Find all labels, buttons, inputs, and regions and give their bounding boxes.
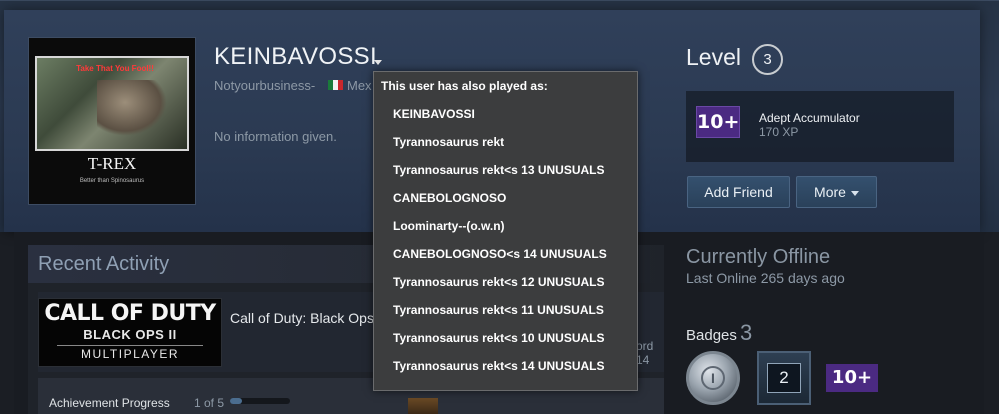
- level-label: Level: [686, 44, 741, 70]
- achievement-progress-label: Achievement Progress: [49, 396, 170, 410]
- badges-count[interactable]: 3: [740, 320, 752, 346]
- name-history-item: Tyrannosaurus rekt<s 11 UNUSUALS: [393, 303, 604, 317]
- achievement-progress-bar: [230, 398, 290, 404]
- more-button[interactable]: More: [796, 176, 877, 208]
- online-status: Currently Offline: [686, 246, 831, 268]
- name-history-item: Tyrannosaurus rekt<s 13 UNUSUALS: [393, 163, 605, 177]
- badges-label[interactable]: Badges: [686, 327, 737, 344]
- real-name: Notyourbusiness-: [214, 78, 316, 93]
- name-history-title: This user has also played as:: [381, 79, 548, 93]
- accumulator-badge-icon[interactable]: 10+: [826, 364, 878, 392]
- name-history-item: Tyrannosaurus rekt<s 14 UNUSUALS: [393, 359, 605, 373]
- level-value: 3: [752, 44, 783, 75]
- favorite-badge-xp: 170 XP: [759, 125, 799, 139]
- coin-badge-icon[interactable]: I: [686, 351, 740, 405]
- name-history-item: CANEBOLOGNOSO<s 14 UNUSUALS: [393, 247, 607, 261]
- avatar-caption-small: Better than Spinosaurus: [79, 178, 145, 184]
- avatar-picture: Take That You Fool!!: [35, 56, 189, 151]
- add-friend-button[interactable]: Add Friend: [687, 176, 790, 208]
- avatar[interactable]: Take That You Fool!! T-REX Better than S…: [28, 37, 196, 205]
- favorite-badge-name: Adept Accumulator: [759, 111, 860, 125]
- profile-summary: No information given.: [214, 129, 337, 144]
- badge-level-number: 2: [767, 363, 801, 393]
- game-stats-line2: 14: [636, 353, 650, 367]
- game-capsule-title: CALL OF DUTY: [44, 301, 216, 326]
- name-history-item: Loominarty--(o.w.n): [393, 219, 505, 233]
- game-stats-line1: ord: [636, 339, 654, 353]
- game-capsule-mode: MULTIPLAYER: [57, 345, 203, 361]
- persona-name[interactable]: KEINBAVOSSI: [214, 43, 377, 71]
- name-history-item: CANEBOLOGNOSO: [393, 191, 507, 205]
- recent-activity-title: Recent Activity: [38, 253, 170, 275]
- mexico-flag-icon: [328, 80, 343, 90]
- achievement-icon[interactable]: [408, 398, 438, 414]
- achievement-progress-count: 1 of 5: [194, 396, 225, 410]
- avatar-caption-top: Take That You Fool!!: [76, 64, 154, 73]
- game-capsule[interactable]: CALL OF DUTY BLACK OPS II MULTIPLAYER: [38, 298, 222, 367]
- name-history-item: KEINBAVOSSI: [393, 107, 475, 121]
- adept-accumulator-badge-icon: 10+: [696, 106, 740, 138]
- game-name-link[interactable]: Call of Duty: Black Ops: [230, 310, 374, 326]
- last-online: Last Online 265 days ago: [686, 270, 845, 286]
- name-history-chevron-down-icon[interactable]: [374, 60, 382, 65]
- name-history-popup: This user has also played as: KEINBAVOSS…: [373, 71, 638, 391]
- name-history-item: Tyrannosaurus rekt: [393, 135, 505, 149]
- avatar-caption-big: T-REX: [87, 154, 137, 173]
- name-history-item: Tyrannosaurus rekt<s 12 UNUSUALS: [393, 275, 605, 289]
- more-button-label: More: [814, 184, 846, 200]
- level-2-badge-icon[interactable]: 2: [757, 351, 811, 405]
- chevron-down-icon: [850, 190, 859, 196]
- favorite-badge[interactable]: 10+ Adept Accumulator 170 XP: [686, 91, 954, 162]
- coin-emblem: I: [701, 366, 725, 390]
- dinosaur-image: [97, 80, 167, 136]
- game-capsule-subtitle: BLACK OPS II: [83, 327, 177, 342]
- achievement-progress-fill: [230, 398, 242, 404]
- name-history-item: Tyrannosaurus rekt<s 10 UNUSUALS: [393, 331, 605, 345]
- country-name: Mex: [347, 78, 372, 93]
